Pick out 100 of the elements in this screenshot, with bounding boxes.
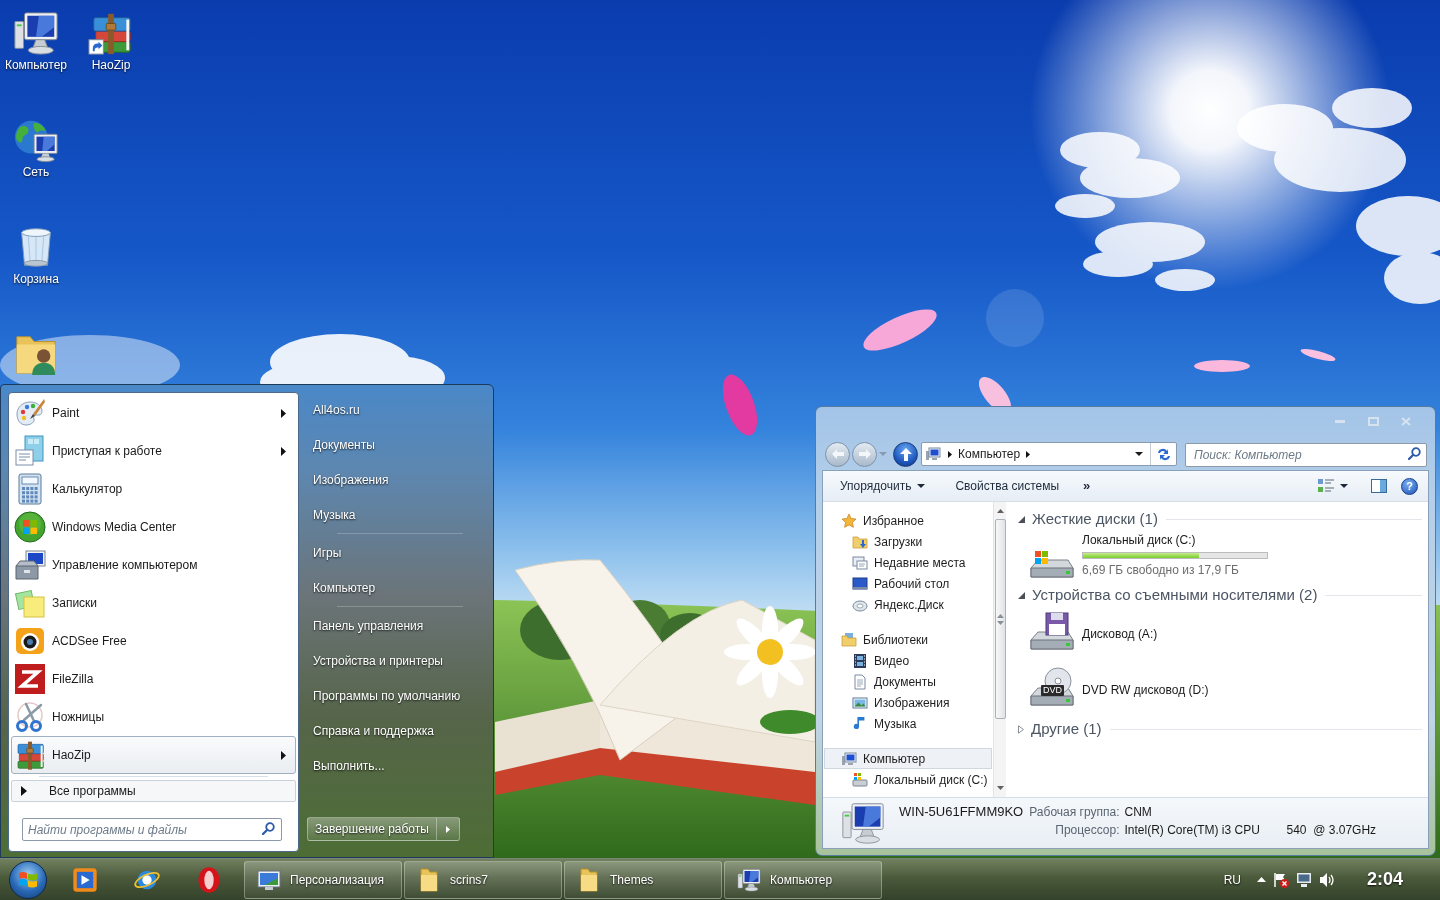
scrollbar[interactable]: [993, 502, 1006, 797]
nav-item[interactable]: Загрузки: [824, 531, 992, 552]
desktop-shortcut[interactable]: Сеть: [13, 117, 59, 180]
nav-item[interactable]: Компьютер: [824, 748, 992, 769]
search-field[interactable]: Поиск: Компьютер: [1185, 442, 1427, 467]
chevron-icon: [1026, 450, 1031, 458]
palette-icon: [14, 397, 46, 429]
caret-icon: [917, 484, 926, 488]
program-item[interactable]: Ножницы: [11, 698, 296, 736]
drive-item[interactable]: Локальный диск (C:) 6,69 ГБ свободно из 17,9 ГБ: [1016, 530, 1422, 584]
program-item[interactable]: Paint: [11, 394, 296, 432]
breadcrumb-item[interactable]: Компьютер: [952, 445, 1027, 463]
back-button[interactable]: [825, 441, 850, 467]
place-item[interactable]: Игры: [307, 535, 487, 570]
zigzag-tile-icon: [14, 663, 46, 695]
place-item[interactable]: Выполнить...: [307, 748, 487, 783]
program-item[interactable]: Калькулятор: [11, 470, 296, 508]
more-commands-button[interactable]: »: [1077, 474, 1097, 498]
refresh-icon: [1156, 447, 1171, 461]
shutdown-button[interactable]: Завершение работы: [307, 817, 437, 841]
computer-toolbox-icon: [14, 549, 46, 581]
clock[interactable]: 2:04: [1340, 866, 1430, 893]
taskbar-window-button[interactable]: Компьютер: [724, 860, 882, 899]
sticky-notes-icon: [14, 587, 46, 619]
drive-icon: [852, 771, 868, 788]
detail-label: Процессор:: [1055, 822, 1120, 838]
computer-icon: [13, 10, 59, 56]
program-item[interactable]: Приступая к работе: [11, 432, 296, 470]
details-view-icon: [1318, 479, 1334, 493]
start-button[interactable]: [9, 860, 47, 899]
place-item[interactable]: Изображения: [307, 462, 487, 497]
place-item[interactable]: Справка и поддержка: [307, 713, 487, 748]
desktop-shortcut[interactable]: HaoZip: [88, 10, 134, 73]
detail-label: Рабочая группа:: [1029, 804, 1120, 820]
left-arrow-icon: [831, 449, 844, 459]
book-stack-icon: [14, 739, 46, 771]
flag-alert-icon[interactable]: [1273, 871, 1289, 888]
place-item[interactable]: Компьютер: [307, 570, 487, 605]
taskbar-window-button[interactable]: scrins7: [404, 860, 562, 899]
document-window-icon: [14, 435, 46, 467]
nav-item[interactable]: Рабочий стол: [824, 573, 992, 594]
nav-item[interactable]: Локальный диск (C:): [824, 769, 992, 790]
flag-orb-icon: [14, 511, 46, 543]
toolbar-button[interactable]: Свойства системы: [947, 474, 1068, 498]
place-item[interactable]: All4os.ru: [307, 392, 487, 427]
place-item[interactable]: Программы по умолчанию: [307, 678, 487, 713]
search-icon: [262, 821, 275, 835]
drive-item[interactable]: DVD DVD RW дисковод (D:): [1016, 662, 1422, 718]
right-triangle-icon: [21, 786, 27, 796]
nav-item[interactable]: Яндекс.Диск: [824, 594, 992, 615]
toolbar-menu-button[interactable]: Упорядочить: [832, 474, 934, 498]
search-field[interactable]: Найти программы и файлы: [22, 818, 282, 842]
program-item[interactable]: Записки: [11, 584, 296, 622]
taskbar-window-button[interactable]: Themes: [564, 860, 722, 899]
nav-item[interactable]: Документы: [824, 671, 992, 692]
scroll-up-arrow-icon: [996, 509, 1004, 513]
search-icon: [1408, 446, 1421, 460]
petal: [1194, 360, 1250, 372]
nav-item[interactable]: Недавние места: [824, 552, 992, 573]
place-item[interactable]: Панель управления: [307, 608, 487, 643]
nav-item[interactable]: Музыка: [824, 713, 992, 734]
expand-triangle-icon[interactable]: [1018, 724, 1024, 734]
nav-item[interactable]: Библиотеки: [824, 629, 992, 650]
nav-item[interactable]: Видео: [824, 650, 992, 671]
program-item[interactable]: HaoZip: [11, 736, 296, 774]
preview-pane-icon: [1371, 479, 1387, 493]
detail-value: Intel(R) Core(TM) i3 CPU 540 @ 3.07GHz: [1124, 822, 1377, 838]
program-item[interactable]: FileZilla: [11, 660, 296, 698]
lens-flare: [986, 289, 1044, 347]
nav-item[interactable]: Изображения: [824, 692, 992, 713]
computer-name: WIN-5U61FFMM9KO: [899, 804, 1024, 820]
shutdown-options-button[interactable]: [436, 817, 460, 841]
drive-item[interactable]: Дисковод (A:): [1016, 606, 1422, 662]
taskbar-window-button[interactable]: Персонализация: [244, 860, 402, 899]
up-button[interactable]: [893, 441, 918, 467]
program-item[interactable]: ACDSee Free: [11, 622, 296, 660]
program-item[interactable]: Управление компьютером: [11, 546, 296, 584]
place-item[interactable]: Музыка: [307, 497, 487, 532]
speaker-icon[interactable]: [1319, 871, 1335, 888]
collapse-triangle-icon[interactable]: [1018, 515, 1025, 523]
monitor-icon[interactable]: [1296, 871, 1312, 888]
language-indicator[interactable]: RU: [1219, 870, 1245, 889]
media-label: DVD: [1041, 685, 1064, 696]
camera-icon: [14, 625, 46, 657]
place-item[interactable]: Устройства и принтеры: [307, 643, 487, 678]
desktop-shortcut[interactable]: Компьютер: [4, 10, 68, 73]
desktop-icon: [852, 575, 868, 592]
address-bar[interactable]: Компьютер: [921, 442, 1177, 466]
program-item[interactable]: Windows Media Center: [11, 508, 296, 546]
scissors-icon: [14, 701, 46, 733]
all-programs-button[interactable]: Все программы: [11, 780, 296, 802]
forward-button[interactable]: [852, 441, 877, 467]
up-triangle-icon[interactable]: [1257, 877, 1266, 882]
picture-icon: [852, 694, 868, 711]
place-item[interactable]: Документы: [307, 427, 487, 462]
nav-item[interactable]: Избранное: [824, 510, 992, 531]
detail-value: CNM: [1124, 804, 1153, 820]
desktop-shortcut[interactable]: Корзина: [13, 224, 59, 287]
collapse-triangle-icon[interactable]: [1018, 591, 1025, 599]
scrollbar-thumb[interactable]: [994, 519, 1006, 719]
